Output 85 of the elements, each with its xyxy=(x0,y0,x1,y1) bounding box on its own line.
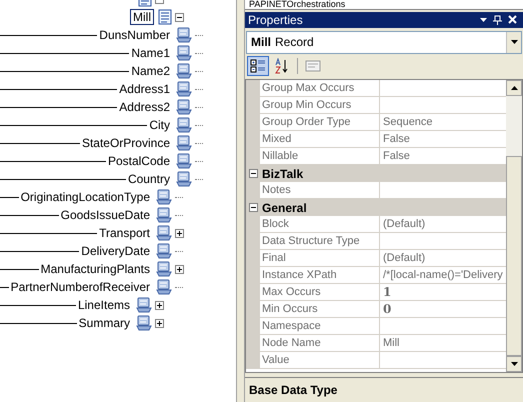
property-name[interactable]: Mixed xyxy=(262,131,292,148)
tree-node-label[interactable]: ManufacturingPlants xyxy=(38,262,152,276)
scroll-thumb[interactable] xyxy=(506,156,522,356)
close-icon[interactable] xyxy=(508,15,517,24)
schema-node-icon xyxy=(156,207,172,223)
schema-node-icon xyxy=(156,243,172,259)
category-label: BizTalk xyxy=(262,166,304,183)
property-value[interactable]: 0 xyxy=(383,301,392,318)
dropdown-arrow-icon[interactable] xyxy=(510,40,518,44)
schema-node-icon xyxy=(136,297,152,313)
schema-node-icon xyxy=(176,27,192,43)
description-title: Base Data Type xyxy=(249,383,338,398)
tree-node-label[interactable]: PostalCode xyxy=(106,154,172,168)
dropdown-button[interactable] xyxy=(506,32,521,53)
object-name: Mill xyxy=(251,34,271,52)
object-selector[interactable]: Mill Record xyxy=(246,30,522,54)
property-name[interactable]: Min Occurs xyxy=(262,301,318,318)
schema-node-icon xyxy=(176,117,192,133)
expand-icon[interactable] xyxy=(174,228,184,238)
property-name[interactable]: Final xyxy=(262,250,286,266)
scroll-down-icon[interactable] xyxy=(510,362,518,366)
schema-node-icon xyxy=(176,135,192,151)
property-name[interactable]: Instance XPath xyxy=(262,267,337,284)
category-header[interactable]: BizTalk xyxy=(246,165,506,182)
property-value[interactable]: 1 xyxy=(383,284,392,300)
tree-node-label[interactable]: Address1 xyxy=(117,82,172,96)
object-type: Record xyxy=(275,34,315,52)
scroll-up-icon[interactable] xyxy=(510,86,518,90)
schema-node-icon xyxy=(176,99,192,115)
schema-node-icon xyxy=(176,81,192,97)
schema-node-icon xyxy=(156,261,172,277)
property-name[interactable]: Group Order Type xyxy=(262,114,350,130)
tree-node-label[interactable]: Address2 xyxy=(117,100,172,114)
tree-node-label[interactable]: DeliveryDate xyxy=(79,244,152,258)
solution-explorer-row[interactable]: PAPINETOrchestrations xyxy=(245,0,523,10)
schema-node-icon xyxy=(176,153,192,169)
tree-node-label[interactable]: StateOrProvince xyxy=(80,136,172,150)
tree-node-label[interactable]: DunsNumber xyxy=(97,28,172,42)
panel-title: Properties xyxy=(248,12,304,29)
tree-node-label[interactable]: LineItems xyxy=(76,298,132,312)
schema-node-icon xyxy=(176,63,192,79)
tree-node-label[interactable]: City xyxy=(147,118,172,132)
category-header[interactable]: General xyxy=(246,199,506,216)
property-value[interactable]: Sequence xyxy=(383,114,433,130)
dropdown-caret-icon[interactable] xyxy=(480,18,487,22)
tree-node-label[interactable]: Mill xyxy=(130,9,154,25)
tree-node-label[interactable]: PartnerNumberofReceiver xyxy=(8,280,152,294)
tree-node-label[interactable]: Country xyxy=(126,172,172,186)
schema-node-icon xyxy=(156,225,172,241)
property-name[interactable]: Max Occurs xyxy=(262,284,321,300)
property-name[interactable]: Block xyxy=(262,216,289,232)
property-value[interactable]: (Default) xyxy=(383,216,426,232)
property-name[interactable]: Node Name xyxy=(262,335,321,352)
property-value[interactable]: (Default) xyxy=(383,250,426,266)
categorized-icon[interactable] xyxy=(247,56,269,76)
expand-icon[interactable] xyxy=(174,264,184,274)
property-name[interactable]: Value xyxy=(262,352,290,368)
collapse-icon[interactable] xyxy=(248,169,258,178)
tree-node-label[interactable]: OriginatingLocationType xyxy=(18,190,152,204)
property-name[interactable]: Nillable xyxy=(262,148,298,164)
property-value[interactable]: /*[local-name()='Delivery xyxy=(383,267,503,284)
collapse-icon[interactable] xyxy=(248,203,258,212)
schema-node-icon xyxy=(156,279,172,295)
category-label: General xyxy=(262,200,307,217)
tree-node-label[interactable]: Name1 xyxy=(129,46,172,60)
tree-node-label[interactable]: Transport xyxy=(97,226,152,240)
tree-node-label[interactable]: Name2 xyxy=(129,64,172,78)
schema-node-icon xyxy=(176,45,192,61)
schema-node-icon xyxy=(176,171,192,187)
property-name[interactable]: Notes xyxy=(262,182,291,198)
tree-node-label[interactable]: Summary xyxy=(76,316,132,330)
pin-icon[interactable] xyxy=(493,14,502,25)
schema-node-icon xyxy=(136,315,152,331)
schema-node-icon xyxy=(156,189,172,205)
document-icon xyxy=(158,9,172,25)
property-value[interactable]: False xyxy=(383,131,410,148)
tree-node-label[interactable]: GoodsIssueDate xyxy=(58,208,152,222)
property-value[interactable]: False xyxy=(383,148,410,164)
scroll-up-button[interactable] xyxy=(506,80,522,96)
expand-icon[interactable] xyxy=(154,318,164,328)
expand-icon[interactable] xyxy=(154,300,164,310)
collapse-icon[interactable] xyxy=(174,12,184,22)
scrollbar[interactable] xyxy=(506,80,522,372)
property-value[interactable]: Mill xyxy=(383,335,400,352)
scroll-down-button[interactable] xyxy=(506,356,522,372)
